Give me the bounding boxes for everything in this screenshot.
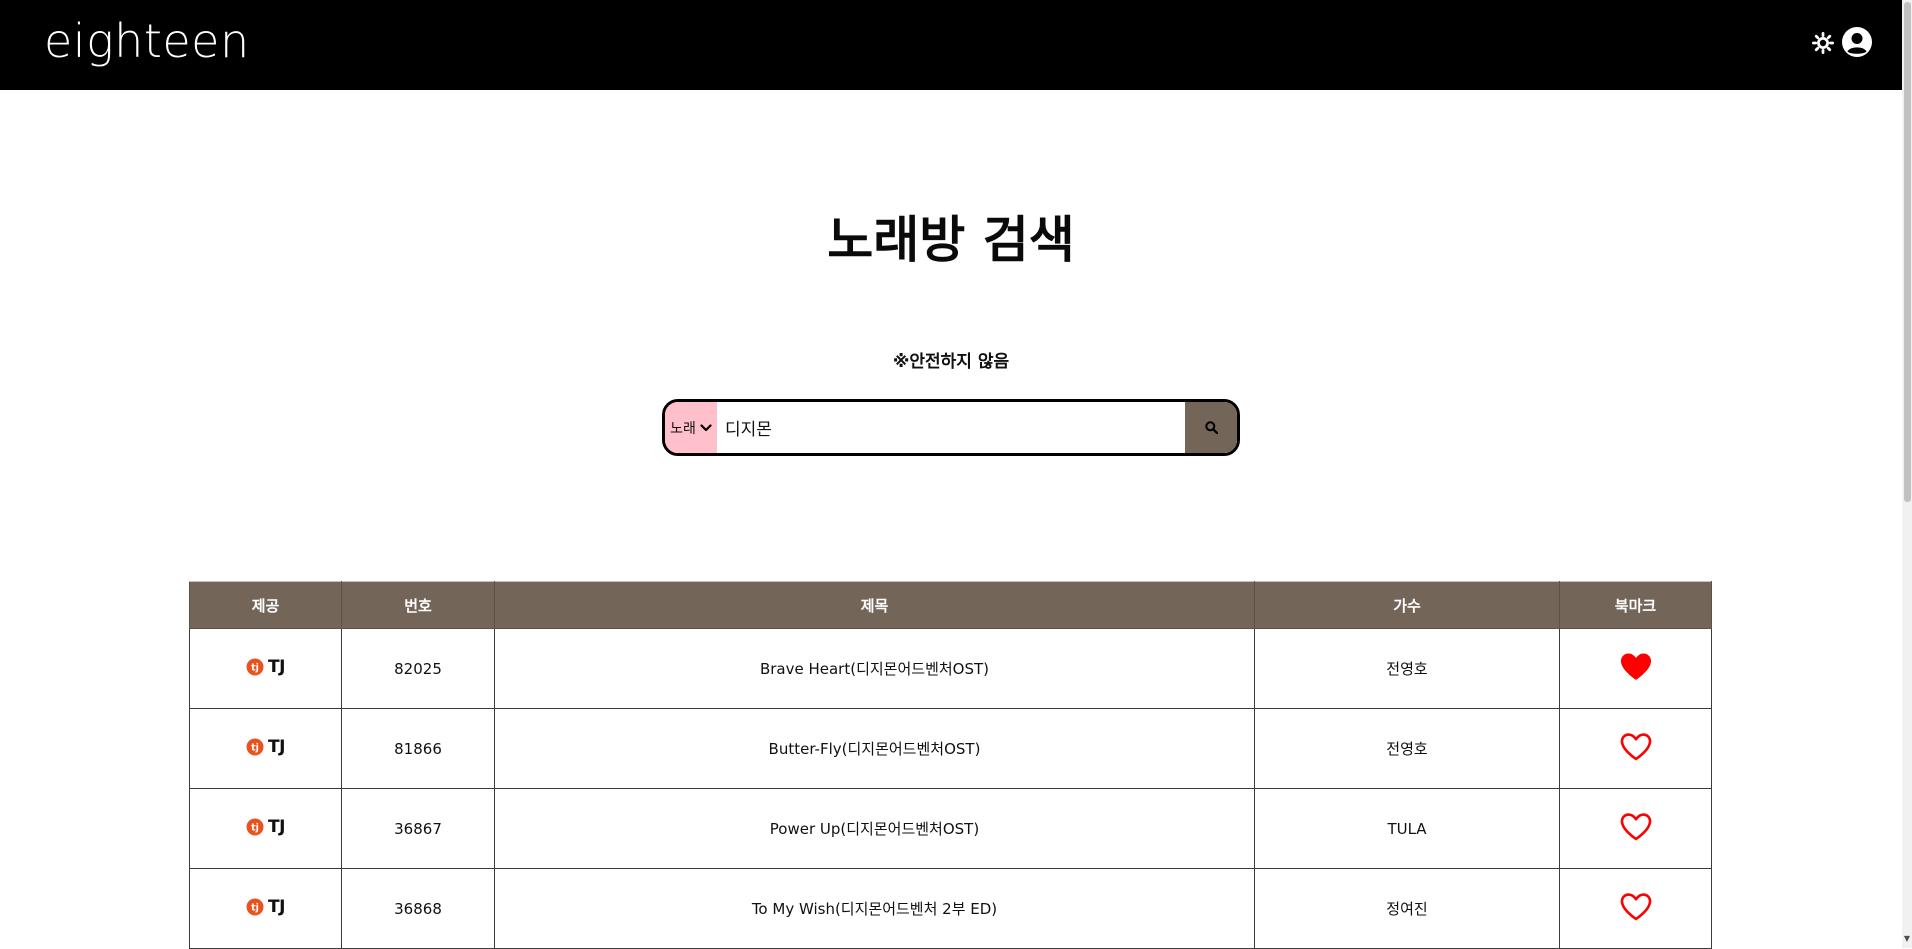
tj-logo-icon: tj	[246, 898, 264, 916]
provider-cell: tj TJ	[189, 708, 342, 789]
heart-outline-icon[interactable]	[1619, 812, 1653, 842]
provider-cell: tj TJ	[189, 788, 342, 869]
song-number: 36867	[341, 788, 495, 869]
column-header-bookmark: 북마크	[1559, 581, 1712, 629]
scrollbar-thumb[interactable]	[1904, 2, 1911, 502]
account-icon[interactable]	[1842, 27, 1872, 57]
search-icon	[1204, 421, 1218, 434]
column-header-title: 제목	[494, 581, 1255, 629]
search-button[interactable]	[1185, 402, 1237, 453]
provider-label: TJ	[268, 737, 285, 757]
search-bar: 노래 디지몬	[662, 399, 1240, 456]
heart-outline-icon[interactable]	[1619, 732, 1653, 762]
song-title: To My Wish(디지몬어드벤처 2부 ED)	[494, 868, 1255, 949]
table-row: tj TJ 36868 To My Wish(디지몬어드벤처 2부 ED) 정여진	[189, 868, 1712, 949]
search-input[interactable]: 디지몬	[717, 402, 1185, 453]
category-select[interactable]: 노래	[665, 402, 717, 453]
bookmark-cell	[1559, 868, 1712, 949]
column-header-artist: 가수	[1254, 581, 1560, 629]
provider-label: TJ	[268, 817, 285, 837]
bookmark-cell	[1559, 628, 1712, 709]
bookmark-cell	[1559, 708, 1712, 789]
svg-text:tj: tj	[251, 823, 259, 834]
security-notice: ※안전하지 않음	[892, 352, 1010, 372]
song-number: 81866	[341, 708, 495, 789]
song-artist: 정여진	[1254, 868, 1560, 949]
song-artist: 전영호	[1254, 628, 1560, 709]
table-header-row: 제공 번호 제목 가수 북마크	[189, 581, 1712, 629]
heart-filled-icon[interactable]	[1619, 652, 1653, 682]
bookmark-cell	[1559, 788, 1712, 869]
svg-text:tj: tj	[251, 663, 259, 674]
svg-text:tj: tj	[251, 743, 259, 754]
tj-logo-icon: tj	[246, 738, 264, 756]
table-row: tj TJ 82025 Brave Heart(디지몬어드벤처OST) 전영호	[189, 628, 1712, 709]
provider-cell: tj TJ	[189, 628, 342, 709]
top-navbar: eighteen	[0, 0, 1902, 90]
theme-toggle-icon[interactable]	[1812, 32, 1834, 54]
song-artist: TULA	[1254, 788, 1560, 869]
provider-label: TJ	[268, 657, 285, 677]
column-header-number: 번호	[341, 581, 495, 629]
song-title: Butter-Fly(디지몬어드벤처OST)	[494, 708, 1255, 789]
chevron-down-icon	[700, 423, 712, 431]
provider-label: TJ	[268, 897, 285, 917]
song-title: Power Up(디지몬어드벤처OST)	[494, 788, 1255, 869]
column-header-provider: 제공	[189, 581, 342, 629]
song-artist: 전영호	[1254, 708, 1560, 789]
provider-cell: tj TJ	[189, 868, 342, 949]
song-number: 82025	[341, 628, 495, 709]
table-row: tj TJ 36867 Power Up(디지몬어드벤처OST) TULA	[189, 788, 1712, 869]
scroll-down-icon[interactable]: ▼	[1903, 934, 1911, 944]
page-title: 노래방 검색	[827, 211, 1075, 269]
heart-outline-icon[interactable]	[1619, 892, 1653, 922]
table-row: tj TJ 81866 Butter-Fly(디지몬어드벤처OST) 전영호	[189, 708, 1712, 789]
tj-logo-icon: tj	[246, 658, 264, 676]
song-number: 36868	[341, 868, 495, 949]
site-logo[interactable]: eighteen	[44, 14, 250, 68]
svg-text:tj: tj	[251, 903, 259, 914]
results-table: 제공 번호 제목 가수 북마크 tj TJ 82025 Brave Heart(디지몬…	[189, 581, 1712, 949]
song-title: Brave Heart(디지몬어드벤처OST)	[494, 628, 1255, 709]
category-select-value: 노래	[670, 420, 696, 437]
tj-logo-icon: tj	[246, 818, 264, 836]
